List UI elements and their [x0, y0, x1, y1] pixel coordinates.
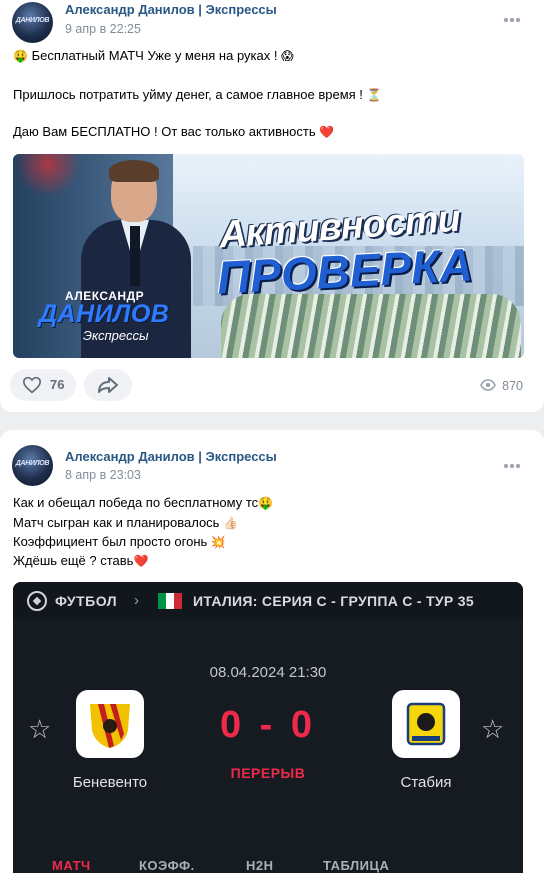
post-text-line: 🤑 Бесплатный МАТЧ Уже у меня на руках ! … — [13, 48, 294, 63]
match-score: 0 - 0 — [219, 704, 317, 746]
match-status: ПЕРЕРЫВ — [230, 765, 306, 781]
chevron-right-icon: › — [134, 592, 139, 609]
post-text-line: Ждёшь ещё ? ставь❤️ — [13, 553, 149, 568]
sport-label: ФУТБОЛ — [55, 593, 118, 609]
eye-icon — [480, 379, 497, 391]
post-date[interactable]: 9 апр в 22:25 — [65, 22, 141, 36]
league-label: ИТАЛИЯ: СЕРИЯ С - ГРУППА С - ТУР 35 — [193, 593, 474, 609]
scream-emoji: 😱 — [281, 49, 294, 63]
money-face-emoji: 🤑 — [13, 49, 28, 63]
money-stack-image — [221, 294, 521, 358]
post-text-line: Даю Вам БЕСПЛАТНО ! От вас только активн… — [13, 124, 335, 139]
banner-subtitle: Экспрессы — [83, 328, 149, 343]
post-card: ДАНИЛОВ Александр Данилов | Экспрессы 8 … — [0, 430, 544, 873]
like-count: 76 — [50, 377, 65, 392]
heart-icon — [22, 376, 42, 394]
post-image[interactable]: Активности ПРОВЕРКА АЛЕКСАНДР ДАНИЛОВ Эк… — [13, 154, 524, 358]
post-text-line: Коэффициент был просто огонь 💥 — [13, 534, 226, 549]
tab-match[interactable]: МАТЧ — [52, 858, 91, 873]
post-text-line: Матч сыгран как и планировалось 👍🏻 — [13, 515, 239, 530]
share-button[interactable] — [84, 369, 132, 401]
match-card-image[interactable]: ФУТБОЛ › ИТАЛИЯ: СЕРИЯ С - ГРУППА С - ТУ… — [13, 582, 523, 873]
match-header: ФУТБОЛ › ИТАЛИЯ: СЕРИЯ С - ГРУППА С - ТУ… — [13, 582, 523, 620]
football-icon — [27, 591, 47, 611]
views-counter: 870 — [480, 379, 523, 393]
post-text-line: Как и обещал победа по бесплатному тс🤑 — [13, 495, 274, 510]
collision-emoji: 💥 — [210, 535, 226, 549]
heart-emoji: ❤️ — [133, 554, 149, 568]
more-options-icon[interactable] — [504, 18, 520, 22]
tab-odds[interactable]: КОЭФФ. — [139, 858, 195, 873]
match-datetime: 08.04.2024 21:30 — [209, 664, 327, 681]
tab-table[interactable]: ТАБЛИЦА — [323, 858, 389, 873]
heart-emoji: ❤️ — [319, 125, 335, 139]
thumbs-up-emoji: 👍🏻 — [223, 516, 239, 530]
tab-h2h[interactable]: H2H — [246, 858, 274, 873]
share-icon — [98, 377, 118, 393]
like-button[interactable]: 76 — [10, 369, 76, 401]
post-date[interactable]: 8 апр в 23:03 — [65, 468, 141, 482]
author-avatar[interactable]: ДАНИЛОВ — [12, 445, 53, 486]
italy-flag-icon — [158, 593, 182, 609]
post-text-line: Пришлось потратить уйму денег, а самое г… — [13, 87, 382, 102]
banner-last-name: ДАНИЛОВ — [39, 300, 170, 328]
author-name[interactable]: Александр Данилов | Экспрессы — [65, 449, 277, 464]
author-avatar[interactable]: ДАНИЛОВ — [12, 2, 53, 43]
match-tabs: МАТЧ КОЭФФ. H2H ТАБЛИЦА — [13, 854, 523, 873]
money-face-emoji: 🤑 — [258, 496, 274, 510]
hourglass-emoji: ⏳ — [366, 88, 382, 102]
more-options-icon[interactable] — [504, 464, 520, 468]
author-name[interactable]: Александр Данилов | Экспрессы — [65, 2, 277, 17]
post-card: ДАНИЛОВ Александр Данилов | Экспрессы 9 … — [0, 0, 544, 412]
